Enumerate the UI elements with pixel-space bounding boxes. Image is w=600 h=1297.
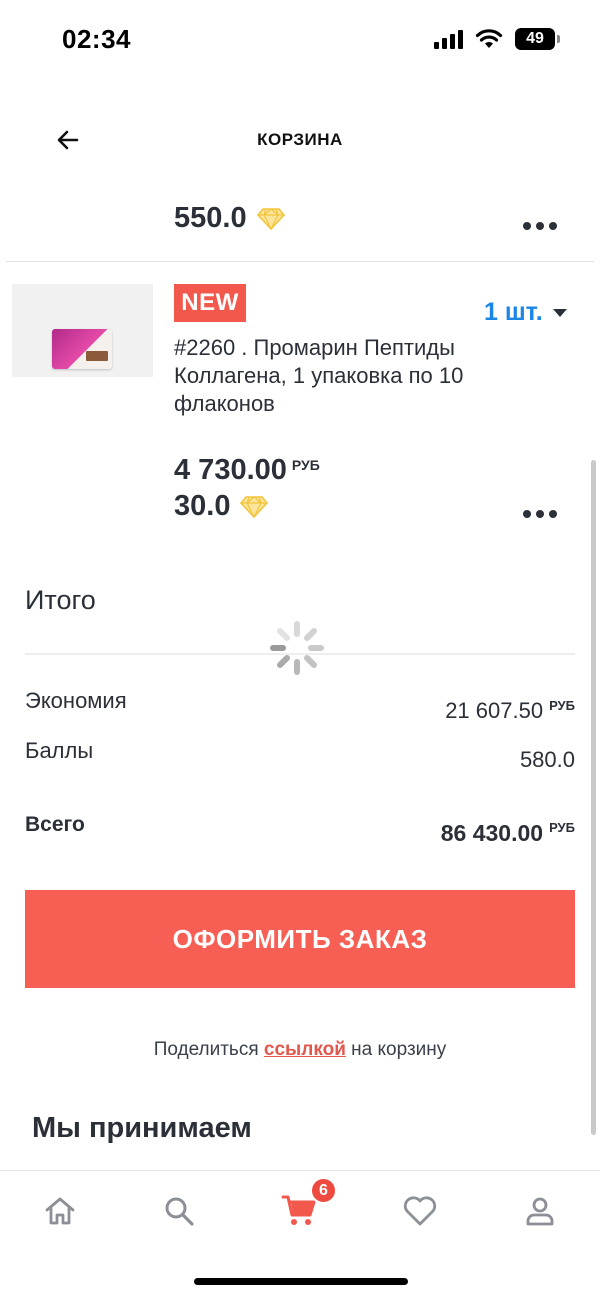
total-label: Всего bbox=[25, 813, 85, 836]
battery-level: 49 bbox=[526, 30, 544, 47]
points-total: 580.0 bbox=[520, 747, 575, 773]
caret-down-icon bbox=[552, 308, 567, 317]
loading-spinner-icon bbox=[270, 621, 324, 675]
cart-item-2-points: 30.0 bbox=[174, 490, 269, 523]
savings-value: 21 607.50 РУБ bbox=[445, 698, 575, 724]
total-currency: РУБ bbox=[549, 820, 575, 835]
cellular-signal-icon bbox=[434, 29, 463, 49]
status-bar: 02:34 49 bbox=[0, 0, 600, 80]
cart-item-1-more-button[interactable] bbox=[520, 216, 560, 236]
nav-search[interactable] bbox=[159, 1191, 199, 1231]
page-title: КОРЗИНА bbox=[257, 130, 343, 149]
share-suffix: на корзину bbox=[351, 1039, 447, 1060]
points-label: Баллы bbox=[25, 738, 94, 763]
checkout-button[interactable]: ОФОРМИТЬ ЗАКАЗ bbox=[25, 890, 575, 988]
divider bbox=[6, 261, 594, 262]
payment-methods-title: Мы принимаем bbox=[32, 1112, 252, 1144]
share-cart-text: Поделиться ссылкой на корзину bbox=[0, 1039, 600, 1061]
points-total-value: 580.0 bbox=[519, 747, 575, 772]
share-link[interactable]: ссылкой bbox=[264, 1039, 346, 1060]
savings-amount: 21 607.50 bbox=[445, 698, 544, 723]
wifi-icon bbox=[475, 29, 503, 48]
totals-title: Итого bbox=[25, 585, 96, 615]
diamond-icon bbox=[240, 495, 269, 518]
total-value: 86 430.00 РУБ bbox=[441, 820, 575, 847]
points-value: 550.0 bbox=[174, 202, 247, 234]
status-time: 02:34 bbox=[62, 24, 131, 54]
quantity-dropdown[interactable]: 1 шт. bbox=[484, 298, 567, 327]
home-icon bbox=[45, 1197, 75, 1225]
cart-item-1-points: 550.0 bbox=[174, 202, 285, 235]
scrollbar[interactable] bbox=[591, 460, 596, 1135]
savings-currency: РУБ bbox=[549, 698, 575, 713]
nav-favorites[interactable] bbox=[400, 1191, 440, 1231]
quantity-value: 1 шт. bbox=[484, 298, 543, 326]
cart-count-badge: 6 bbox=[310, 1177, 337, 1204]
heart-icon bbox=[403, 1196, 437, 1226]
product-image[interactable] bbox=[12, 284, 153, 377]
price-currency: РУБ bbox=[291, 457, 320, 473]
savings-label: Экономия bbox=[25, 688, 127, 713]
points-value: 30.0 bbox=[174, 490, 231, 522]
share-prefix: Поделиться bbox=[153, 1039, 259, 1060]
battery-icon: 49 bbox=[515, 28, 555, 50]
page-header: КОРЗИНА bbox=[0, 110, 600, 170]
status-icons: 49 bbox=[434, 28, 560, 50]
diamond-icon bbox=[256, 207, 285, 230]
new-badge: NEW bbox=[174, 284, 246, 322]
home-indicator bbox=[194, 1278, 408, 1285]
cart-item-2-more-button[interactable] bbox=[520, 504, 560, 524]
product-price: 4 730.00 РУБ bbox=[174, 454, 320, 487]
product-title[interactable]: #2260 . Промарин Пептиды Коллагена, 1 уп… bbox=[174, 334, 474, 418]
search-icon bbox=[165, 1197, 194, 1226]
price-value: 4 730.00 bbox=[174, 454, 287, 486]
nav-profile[interactable] bbox=[520, 1191, 560, 1231]
nav-home[interactable] bbox=[40, 1191, 80, 1231]
user-icon bbox=[526, 1197, 554, 1226]
total-amount: 86 430.00 bbox=[440, 820, 544, 846]
nav-cart[interactable]: 6 bbox=[279, 1177, 337, 1231]
